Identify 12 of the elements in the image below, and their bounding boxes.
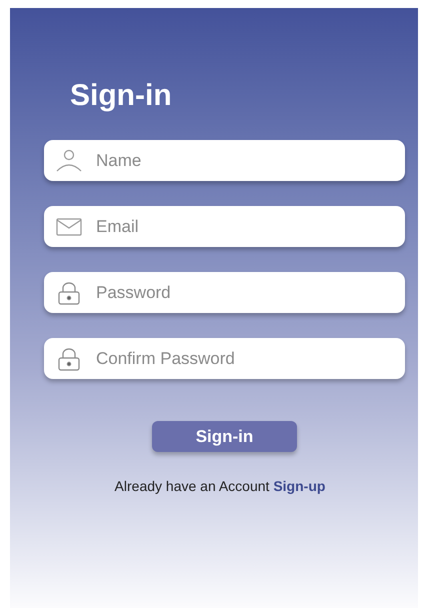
lock-icon [57,346,81,370]
page-title: Sign-in [70,78,172,114]
input-field[interactable]: Confirm Password [44,338,405,379]
sign-up-link[interactable]: Sign-up [273,478,326,494]
input-field[interactable]: Name [44,140,405,181]
person-icon [56,148,82,172]
lock-icon [57,280,81,304]
input-field[interactable]: Email [44,206,405,247]
account-prompt: Already have an Account [114,478,270,494]
input-field[interactable]: Password [44,272,405,313]
envelope-icon [56,218,82,236]
sign-in-button[interactable]: Sign-in [152,421,297,452]
